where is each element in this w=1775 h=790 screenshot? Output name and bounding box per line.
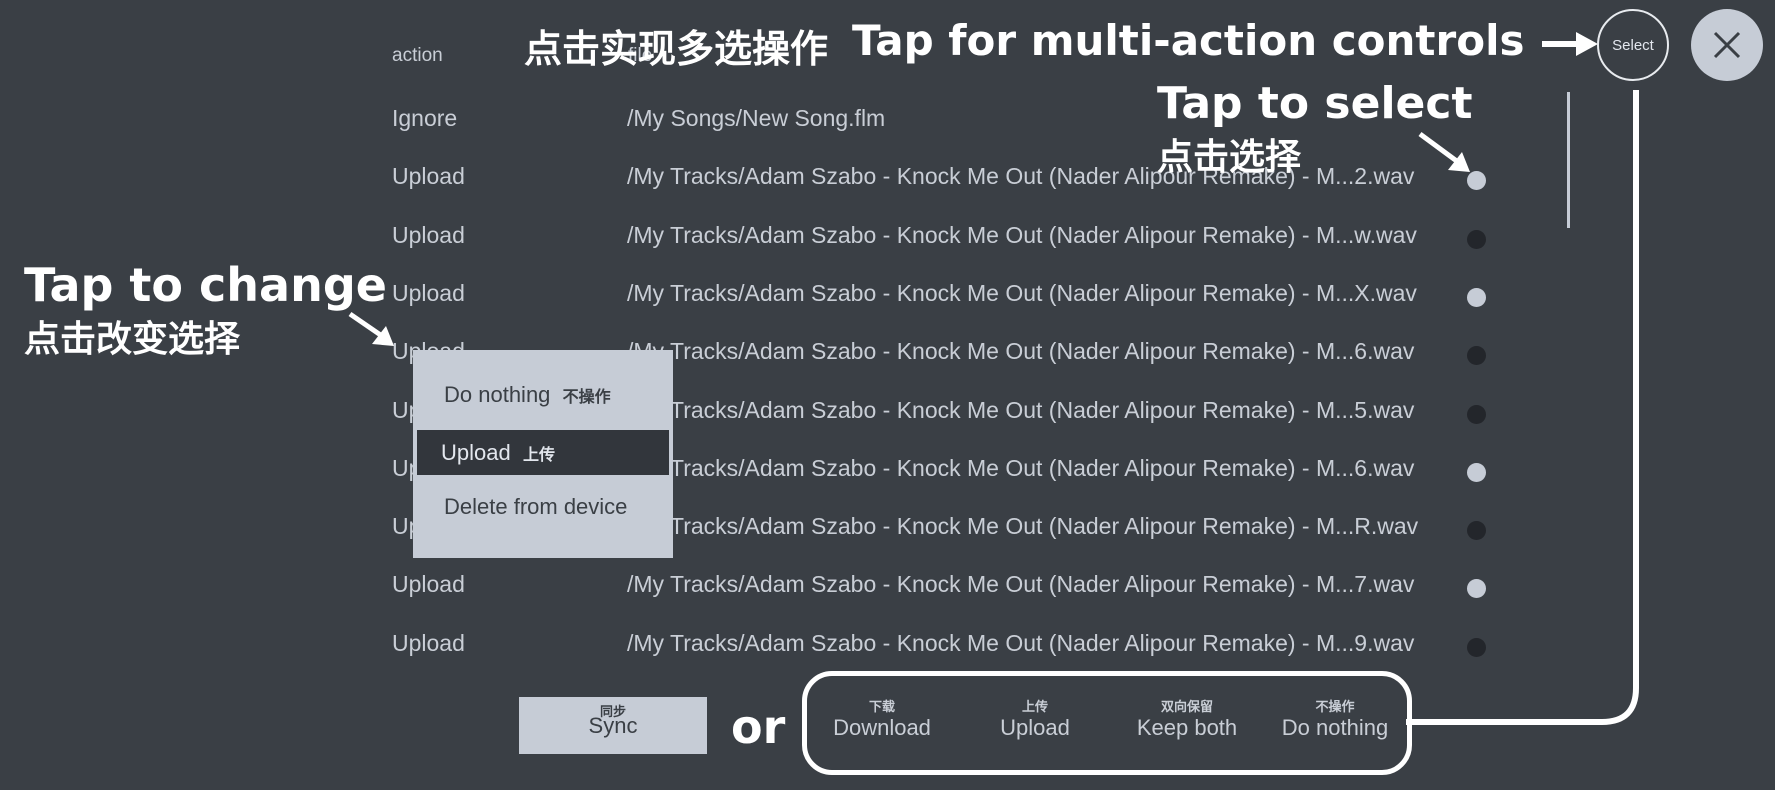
row-action-button[interactable]: Upload (392, 280, 465, 307)
select-button-label: Select (1612, 37, 1654, 54)
annotation-change-en: Tap to change (24, 258, 387, 312)
arrow-right-icon (1542, 32, 1598, 56)
row-file-path: /My Tracks/Adam Szabo - Knock Me Out (Na… (627, 222, 1417, 248)
select-button[interactable]: Select (1597, 9, 1669, 81)
popup-item-label: Delete from device (444, 494, 628, 519)
download-option-label: Download (833, 715, 931, 740)
row-file-path: /My Tracks/Adam Szabo - Knock Me Out (Na… (627, 397, 1415, 423)
upload-option[interactable]: 上传 Upload (960, 696, 1110, 741)
popup-item-label: Do nothing (444, 382, 551, 407)
action-column-header: action (392, 45, 443, 66)
row-file-path: /My Tracks/Adam Szabo - Knock Me Out (Na… (627, 630, 1415, 656)
close-button[interactable] (1691, 9, 1763, 81)
keep-both-option-cn: 双向保留 (1160, 699, 1213, 714)
download-option[interactable]: 下载 Download (807, 696, 957, 741)
row-file-path: /My Tracks/Adam Szabo - Knock Me Out (Na… (627, 513, 1419, 539)
row-file-path: /My Tracks/Adam Szabo - Knock Me Out (Na… (627, 455, 1415, 481)
row-file-path: /My Tracks/Adam Szabo - Knock Me Out (Na… (627, 280, 1417, 306)
sync-options-bar: 下载 Download 上传 Upload 双向保留 Keep both 不操作… (802, 671, 1412, 775)
upload-option-label: Upload (1000, 715, 1070, 740)
annotation-top-cn: 点击实现多选操作 (524, 27, 829, 71)
keep-both-option-label: Keep both (1136, 715, 1238, 740)
row-file-path: /My Tracks/Adam Szabo - Knock Me Out (Na… (627, 571, 1415, 597)
upload-option-cn: 上传 (1021, 699, 1048, 714)
do-nothing-option[interactable]: 不操作 Do nothing (1260, 696, 1410, 741)
row-action-button[interactable]: Ignore (392, 105, 457, 132)
popup-item-delete[interactable]: Delete from device (417, 484, 669, 529)
row-action-button[interactable]: Upload (392, 163, 465, 190)
arrow-down-right-icon (348, 311, 394, 346)
popup-item-label: Upload (441, 440, 511, 465)
annotation-top-en: Tap for multi-action controls (852, 16, 1525, 65)
row-action-button[interactable]: Upload (392, 222, 465, 249)
download-option-cn: 下载 (868, 699, 895, 714)
annotation-or: or (731, 700, 786, 754)
do-nothing-option-cn: 不操作 (1315, 699, 1355, 714)
action-popup-menu: Do nothing 不操作 Upload 上传 Delete from dev… (413, 350, 673, 558)
annotation-change-cn: 点击改变选择 (24, 319, 241, 360)
popup-item-upload[interactable]: Upload 上传 (417, 430, 669, 475)
popup-item-cn: 上传 (522, 447, 555, 464)
connector-line (1406, 90, 1639, 725)
do-nothing-option-label: Do nothing (1281, 715, 1389, 740)
annotation-select-cn: 点击选择 (1157, 137, 1302, 178)
sync-label: Sync (588, 713, 638, 738)
row-action-button[interactable]: Upload (392, 571, 465, 598)
close-icon (1713, 31, 1741, 59)
popup-item-cn: 不操作 (562, 389, 611, 406)
keep-both-option[interactable]: 双向保留 Keep both (1112, 696, 1262, 741)
row-action-button[interactable]: Upload (392, 630, 465, 657)
row-file-path: /My Tracks/Adam Szabo - Knock Me Out (Na… (627, 338, 1415, 364)
sync-button[interactable]: 同步 Sync (519, 697, 707, 754)
popup-item-do-nothing[interactable]: Do nothing 不操作 (417, 372, 669, 417)
row-file-path: /My Songs/New Song.flm (627, 105, 886, 131)
